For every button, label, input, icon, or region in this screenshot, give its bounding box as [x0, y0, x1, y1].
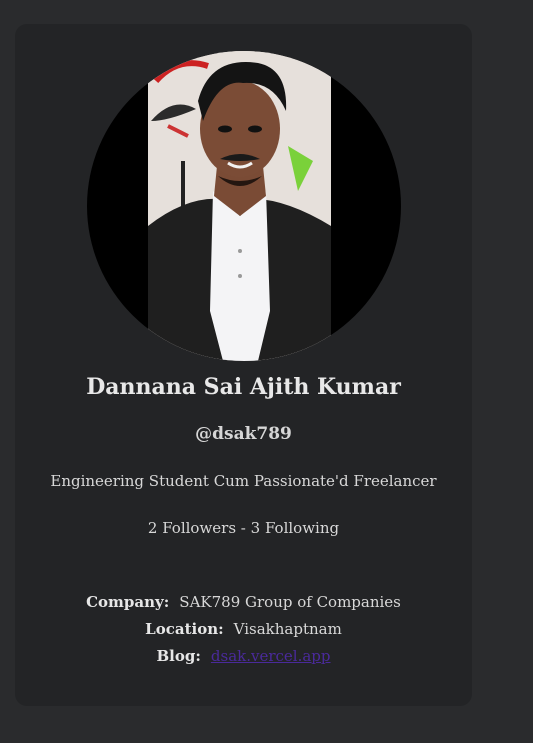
location-row: Location: Visakhaptnam — [15, 616, 472, 643]
location-label: Location: — [145, 620, 224, 638]
profile-info: Company: SAK789 Group of Companies Locati… — [15, 589, 472, 670]
profile-bio: Engineering Student Cum Passionate'd Fre… — [50, 472, 437, 490]
avatar-photo — [148, 51, 331, 361]
blog-row: Blog: dsak.vercel.app — [15, 643, 472, 670]
follow-stats: 2 Followers - 3 Following — [147, 519, 340, 537]
blog-label: Blog: — [156, 647, 201, 665]
company-row: Company: SAK789 Group of Companies — [15, 589, 472, 616]
profile-card: Dannana Sai Ajith Kumar @dsak789 Enginee… — [15, 24, 472, 706]
company-label: Company: — [86, 593, 170, 611]
avatar — [87, 51, 401, 361]
location-value: Visakhaptnam — [233, 620, 342, 638]
company-value: SAK789 Group of Companies — [179, 593, 401, 611]
profile-handle: @dsak789 — [195, 424, 292, 444]
profile-name: Dannana Sai Ajith Kumar — [86, 374, 401, 400]
blog-link[interactable]: dsak.vercel.app — [211, 647, 331, 665]
